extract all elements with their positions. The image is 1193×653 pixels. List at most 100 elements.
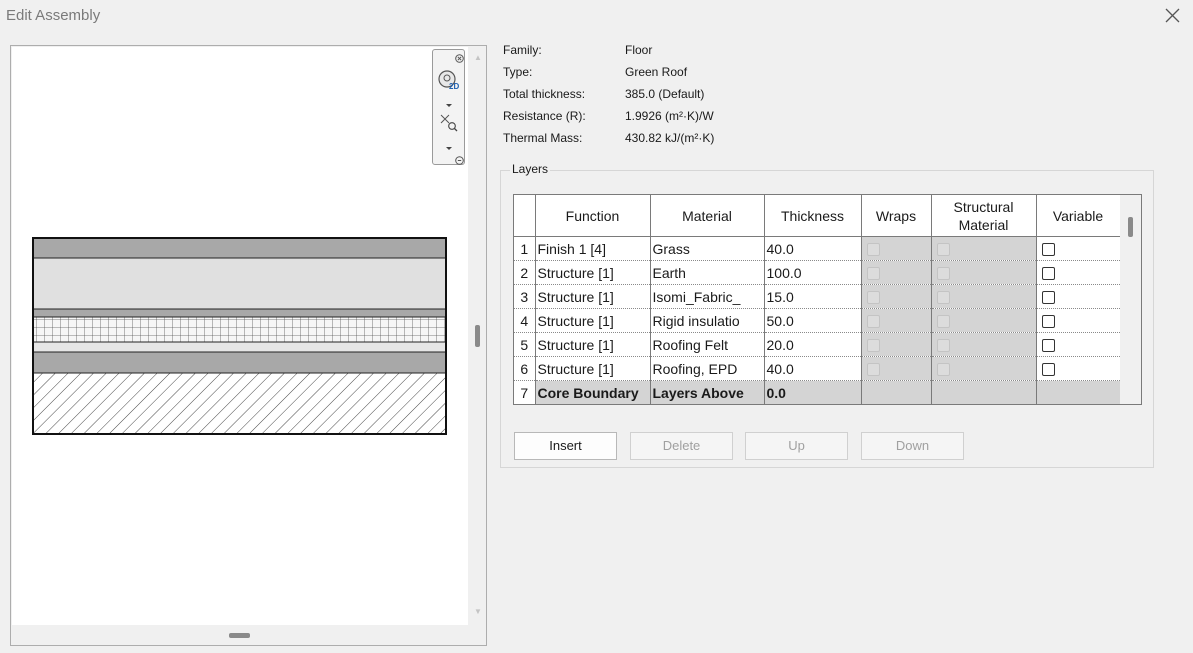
property-value: 1.9926 (m²·K)/W bbox=[625, 109, 714, 123]
property-value: 385.0 (Default) bbox=[625, 87, 705, 101]
delete-button[interactable]: Delete bbox=[630, 432, 733, 460]
variable-checkbox[interactable] bbox=[1041, 267, 1055, 281]
row-number[interactable]: 4 bbox=[514, 308, 536, 333]
thickness-cell[interactable]: 50.0 bbox=[764, 308, 862, 333]
column-header-material[interactable]: Material bbox=[650, 195, 765, 237]
row-number[interactable]: 2 bbox=[514, 260, 536, 285]
variable-cell[interactable] bbox=[1036, 356, 1121, 381]
down-button[interactable]: Down bbox=[861, 432, 964, 460]
structural-material-checkbox bbox=[936, 315, 950, 329]
table-row[interactable]: 6 Structure [1] Roofing, EPD 40.0 bbox=[514, 356, 1121, 381]
function-cell[interactable]: Core Boundary bbox=[535, 380, 651, 404]
variable-checkbox[interactable] bbox=[1041, 363, 1055, 377]
function-cell[interactable]: Finish 1 [4] bbox=[535, 236, 651, 261]
table-header-row: Function Material Thickness Wraps Struct… bbox=[514, 195, 1121, 237]
structural-material-cell bbox=[931, 356, 1037, 381]
function-cell[interactable]: Structure [1] bbox=[535, 356, 651, 381]
structural-material-cell bbox=[931, 260, 1037, 285]
horizontal-scroll-thumb[interactable] bbox=[229, 633, 250, 638]
property-family: Family: Floor bbox=[503, 43, 903, 63]
wraps-cell bbox=[861, 284, 932, 309]
variable-checkbox[interactable] bbox=[1041, 315, 1055, 329]
thickness-cell[interactable]: 20.0 bbox=[764, 332, 862, 357]
table-row[interactable]: 4 Structure [1] Rigid insulatio 50.0 bbox=[514, 308, 1121, 333]
scroll-down-icon[interactable]: ▼ bbox=[474, 607, 482, 616]
zoom-region-icon[interactable] bbox=[439, 113, 459, 136]
assembly-section-drawing bbox=[32, 237, 447, 435]
insert-button[interactable]: Insert bbox=[514, 432, 617, 460]
twod-label: 2D bbox=[449, 82, 460, 91]
title-bar: Edit Assembly bbox=[0, 0, 1193, 32]
assembly-preview-canvas[interactable]: 2D bbox=[12, 47, 468, 625]
variable-cell[interactable] bbox=[1036, 236, 1121, 261]
function-cell[interactable]: Structure [1] bbox=[535, 260, 651, 285]
column-header-function[interactable]: Function bbox=[535, 195, 651, 237]
variable-cell[interactable] bbox=[1036, 260, 1121, 285]
table-row-core-boundary[interactable]: 7 Core Boundary Layers Above 0.0 bbox=[514, 380, 1121, 404]
scroll-up-icon[interactable]: ▲ bbox=[474, 53, 482, 62]
property-label: Family: bbox=[503, 43, 542, 57]
vertical-scroll-thumb[interactable] bbox=[475, 325, 480, 347]
table-row[interactable]: 1 Finish 1 [4] Grass 40.0 bbox=[514, 236, 1121, 261]
up-button[interactable]: Up bbox=[745, 432, 848, 460]
material-cell[interactable]: Grass bbox=[650, 236, 765, 261]
zoom-dropdown-icon[interactable] bbox=[445, 140, 453, 154]
layers-table[interactable]: Function Material Thickness Wraps Struct… bbox=[513, 194, 1142, 405]
variable-cell[interactable] bbox=[1036, 284, 1121, 309]
table-row[interactable]: 2 Structure [1] Earth 100.0 bbox=[514, 260, 1121, 285]
preview-vertical-scrollbar[interactable]: ▲ ▼ bbox=[470, 47, 486, 645]
material-cell[interactable]: Roofing Felt bbox=[650, 332, 765, 357]
steering-wheel-dropdown-icon[interactable] bbox=[445, 97, 453, 111]
column-header-thickness[interactable]: Thickness bbox=[764, 195, 862, 237]
preview-pane[interactable]: 2D ▲ ▼ bbox=[10, 45, 487, 646]
material-cell[interactable]: Roofing, EPD bbox=[650, 356, 765, 381]
row-number[interactable]: 1 bbox=[514, 236, 536, 261]
column-header-wraps[interactable]: Wraps bbox=[861, 195, 932, 237]
material-cell[interactable]: Layers Above bbox=[650, 380, 765, 404]
layers-scroll-thumb[interactable] bbox=[1128, 217, 1133, 237]
row-number[interactable]: 7 bbox=[514, 380, 536, 404]
wraps-checkbox bbox=[866, 315, 880, 329]
window-title: Edit Assembly bbox=[6, 7, 101, 24]
material-cell[interactable]: Isomi_Fabric_ bbox=[650, 284, 765, 309]
wraps-checkbox bbox=[866, 339, 880, 353]
wraps-checkbox bbox=[866, 243, 880, 257]
row-number[interactable]: 6 bbox=[514, 356, 536, 381]
variable-checkbox[interactable] bbox=[1041, 339, 1055, 353]
variable-cell[interactable] bbox=[1036, 332, 1121, 357]
property-thermal-mass: Thermal Mass: 430.82 kJ/(m²·K) bbox=[503, 131, 903, 151]
thickness-cell[interactable]: 40.0 bbox=[764, 356, 862, 381]
thickness-cell[interactable]: 0.0 bbox=[764, 380, 862, 404]
thickness-cell[interactable]: 100.0 bbox=[764, 260, 862, 285]
variable-checkbox[interactable] bbox=[1041, 243, 1055, 257]
thickness-cell[interactable]: 15.0 bbox=[764, 284, 862, 309]
thickness-cell[interactable]: 40.0 bbox=[764, 236, 862, 261]
structural-material-checkbox bbox=[936, 267, 950, 281]
material-cell[interactable]: Earth bbox=[650, 260, 765, 285]
variable-cell[interactable] bbox=[1036, 308, 1121, 333]
navbar-options-icon[interactable] bbox=[455, 154, 464, 168]
table-row[interactable]: 3 Structure [1] Isomi_Fabric_ 15.0 bbox=[514, 284, 1121, 309]
row-number[interactable]: 3 bbox=[514, 284, 536, 309]
function-cell[interactable]: Structure [1] bbox=[535, 284, 651, 309]
steering-wheel-2d-icon[interactable]: 2D bbox=[436, 68, 462, 97]
structural-material-checkbox bbox=[936, 291, 950, 305]
material-cell[interactable]: Rigid insulatio bbox=[650, 308, 765, 333]
variable-checkbox[interactable] bbox=[1041, 291, 1055, 305]
preview-horizontal-scrollbar[interactable] bbox=[12, 626, 468, 644]
variable-cell bbox=[1036, 380, 1121, 404]
column-header-variable[interactable]: Variable bbox=[1036, 195, 1121, 237]
row-number[interactable]: 5 bbox=[514, 332, 536, 357]
structural-material-cell bbox=[931, 380, 1037, 404]
wraps-checkbox bbox=[866, 267, 880, 281]
column-header-structural-material[interactable]: Structural Material bbox=[931, 195, 1037, 237]
close-navbar-icon[interactable] bbox=[455, 52, 464, 66]
wraps-cell bbox=[861, 356, 932, 381]
wraps-checkbox bbox=[866, 291, 880, 305]
function-cell[interactable]: Structure [1] bbox=[535, 332, 651, 357]
close-icon[interactable] bbox=[1162, 5, 1184, 27]
layers-vertical-scrollbar[interactable] bbox=[1120, 195, 1141, 404]
navigation-bar[interactable]: 2D bbox=[432, 49, 465, 165]
function-cell[interactable]: Structure [1] bbox=[535, 308, 651, 333]
table-row[interactable]: 5 Structure [1] Roofing Felt 20.0 bbox=[514, 332, 1121, 357]
